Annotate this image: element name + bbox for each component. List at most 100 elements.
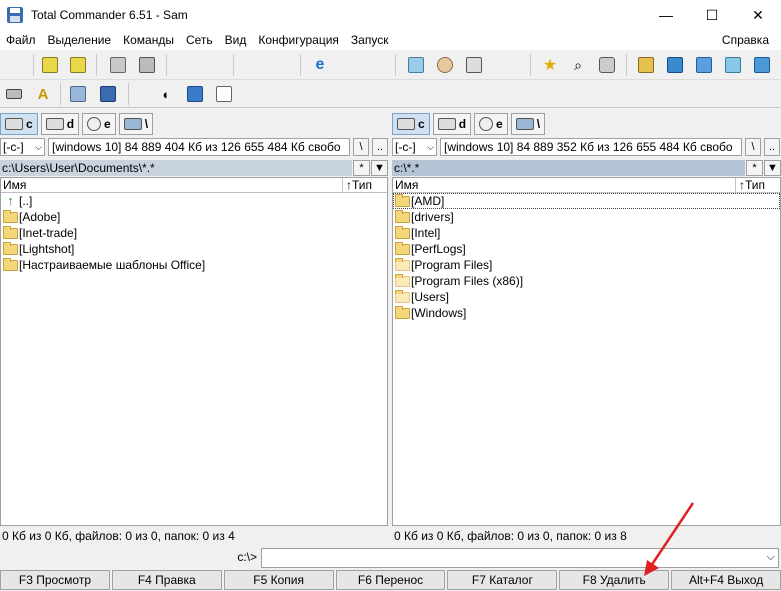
- list-icon[interactable]: [214, 84, 234, 104]
- right-col-type[interactable]: ↑Тип: [736, 178, 780, 192]
- f7-mkdir-button[interactable]: F7 Каталог: [447, 570, 558, 590]
- menu-start[interactable]: Запуск: [345, 33, 395, 47]
- paint-icon[interactable]: [435, 55, 455, 75]
- print-icon[interactable]: [4, 84, 24, 104]
- chevron-down-icon: ⌵: [427, 141, 434, 152]
- notepad-icon[interactable]: [406, 55, 426, 75]
- command-input[interactable]: ⌵: [261, 548, 779, 568]
- unpack-icon[interactable]: [137, 55, 157, 75]
- list-item[interactable]: [Intel]: [393, 225, 780, 241]
- menu-commands[interactable]: Команды: [117, 33, 180, 47]
- right-root-button[interactable]: \: [745, 138, 761, 156]
- right-path[interactable]: c:\*.*: [392, 160, 745, 176]
- left-history-button[interactable]: ▼: [371, 160, 388, 176]
- hard-drive-icon: [5, 118, 23, 130]
- list-item[interactable]: [Lightshot]: [1, 241, 387, 257]
- list-item[interactable]: [PerfLogs]: [393, 241, 780, 257]
- left-star-button[interactable]: *: [353, 160, 370, 176]
- menu-view[interactable]: Вид: [219, 33, 253, 47]
- hard-drive-icon: [397, 118, 415, 130]
- monitor-icon[interactable]: [665, 55, 685, 75]
- left-drive-combo[interactable]: [-c-] ⌵: [0, 138, 45, 156]
- f3-view-button[interactable]: F3 Просмотр: [0, 570, 110, 590]
- app-icon: [7, 7, 23, 23]
- right-col-name[interactable]: Имя: [393, 178, 736, 192]
- window-title: Total Commander 6.51 - Sam: [31, 8, 188, 22]
- menu-net[interactable]: Сеть: [180, 33, 219, 47]
- list-item[interactable]: [Inet-trade]: [1, 225, 387, 241]
- cd-drive-icon: [87, 117, 102, 131]
- minimize-button[interactable]: —: [643, 0, 689, 30]
- chevron-down-icon: ⌵: [35, 141, 42, 152]
- speaker-icon[interactable]: [597, 55, 617, 75]
- left-drive-network[interactable]: \: [118, 113, 154, 135]
- calculator-icon[interactable]: [464, 55, 484, 75]
- left-panel: c d e \ [-c-] ⌵ [windows 10] 84 889 404 К…: [0, 110, 388, 544]
- menu-file[interactable]: Файл: [0, 33, 42, 47]
- f8-delete-button[interactable]: F8 Удалить: [559, 570, 670, 590]
- folder-icon: [395, 305, 410, 319]
- right-history-button[interactable]: ▼: [764, 160, 781, 176]
- right-drive-c[interactable]: c: [392, 113, 430, 135]
- f4-edit-button[interactable]: F4 Правка: [111, 570, 222, 590]
- recycle-icon[interactable]: [723, 55, 743, 75]
- folder-icon: [3, 241, 18, 255]
- list-item[interactable]: [AMD]: [393, 193, 780, 209]
- list-item[interactable]: [Users]: [393, 289, 780, 305]
- folder-icon: [395, 273, 410, 287]
- right-file-list[interactable]: Имя ↑Тип [AMD] [drivers] [Intel] [PerfLo…: [392, 177, 781, 526]
- computer-icon[interactable]: [98, 84, 118, 104]
- thumbnails-icon[interactable]: [68, 55, 88, 75]
- list-item[interactable]: [Program Files]: [393, 257, 780, 273]
- pack-icon[interactable]: [108, 55, 128, 75]
- left-col-type[interactable]: ↑Тип: [343, 178, 387, 192]
- volume-icon[interactable]: ◖: [155, 84, 175, 104]
- refresh-icon[interactable]: [40, 55, 60, 75]
- folder-icon: [395, 289, 410, 303]
- folder-icon: [395, 225, 410, 239]
- right-drive-e[interactable]: e: [474, 113, 508, 135]
- left-drive-e[interactable]: e: [82, 113, 116, 135]
- desktop-icon[interactable]: [694, 55, 714, 75]
- left-col-name[interactable]: Имя: [1, 178, 343, 192]
- folder-icon: [395, 257, 410, 271]
- chevron-down-icon[interactable]: ⌵: [767, 551, 775, 564]
- f6-move-button[interactable]: F6 Перенос: [335, 570, 446, 590]
- menu-selection[interactable]: Выделение: [42, 33, 118, 47]
- right-star-button[interactable]: *: [746, 160, 763, 176]
- list-item[interactable]: [drivers]: [393, 209, 780, 225]
- left-drive-d[interactable]: d: [40, 113, 80, 135]
- browser-icon[interactable]: e: [310, 55, 330, 75]
- close-button[interactable]: ✕: [735, 0, 781, 30]
- network-drive-icon[interactable]: [68, 84, 88, 104]
- star-icon[interactable]: ★: [540, 55, 560, 75]
- left-root-button[interactable]: \: [353, 138, 369, 156]
- search-icon[interactable]: ⌕: [568, 55, 588, 75]
- up-arrow-icon: ↑: [7, 193, 14, 208]
- list-item[interactable]: [Настраиваемые шаблоны Office]: [1, 257, 387, 273]
- right-drive-network[interactable]: \: [510, 113, 546, 135]
- left-path[interactable]: c:\Users\User\Documents\*.*: [0, 160, 352, 176]
- folder-up-icon[interactable]: [636, 55, 656, 75]
- altf4-exit-button[interactable]: Alt+F4 Выход: [671, 570, 781, 590]
- right-drive-d[interactable]: d: [432, 113, 472, 135]
- font-icon[interactable]: A: [33, 84, 53, 104]
- function-key-bar: F3 Просмотр F4 Правка F5 Копия F6 Перено…: [0, 570, 781, 591]
- right-parent-button[interactable]: ..: [764, 138, 780, 156]
- f5-copy-button[interactable]: F5 Копия: [223, 570, 334, 590]
- left-drive-c[interactable]: c: [0, 113, 38, 135]
- list-item[interactable]: [Adobe]: [1, 209, 387, 225]
- maximize-button[interactable]: ☐: [689, 0, 735, 30]
- list-item[interactable]: [Program Files (x86)]: [393, 273, 780, 289]
- left-file-list[interactable]: Имя ↑Тип ↑ [..] [Adobe] [Inet-trade] [Lig…: [0, 177, 388, 526]
- network-icon[interactable]: [752, 55, 772, 75]
- right-drive-combo[interactable]: [-c-] ⌵: [392, 138, 437, 156]
- settings-icon[interactable]: [185, 84, 205, 104]
- cd-drive-icon: [479, 117, 494, 131]
- list-item[interactable]: [Windows]: [393, 305, 780, 321]
- network-icon: [123, 118, 142, 130]
- list-item[interactable]: ↑ [..]: [1, 193, 387, 209]
- menu-configuration[interactable]: Конфигурация: [252, 33, 345, 47]
- menu-help[interactable]: Справка: [716, 33, 775, 47]
- left-parent-button[interactable]: ..: [372, 138, 388, 156]
